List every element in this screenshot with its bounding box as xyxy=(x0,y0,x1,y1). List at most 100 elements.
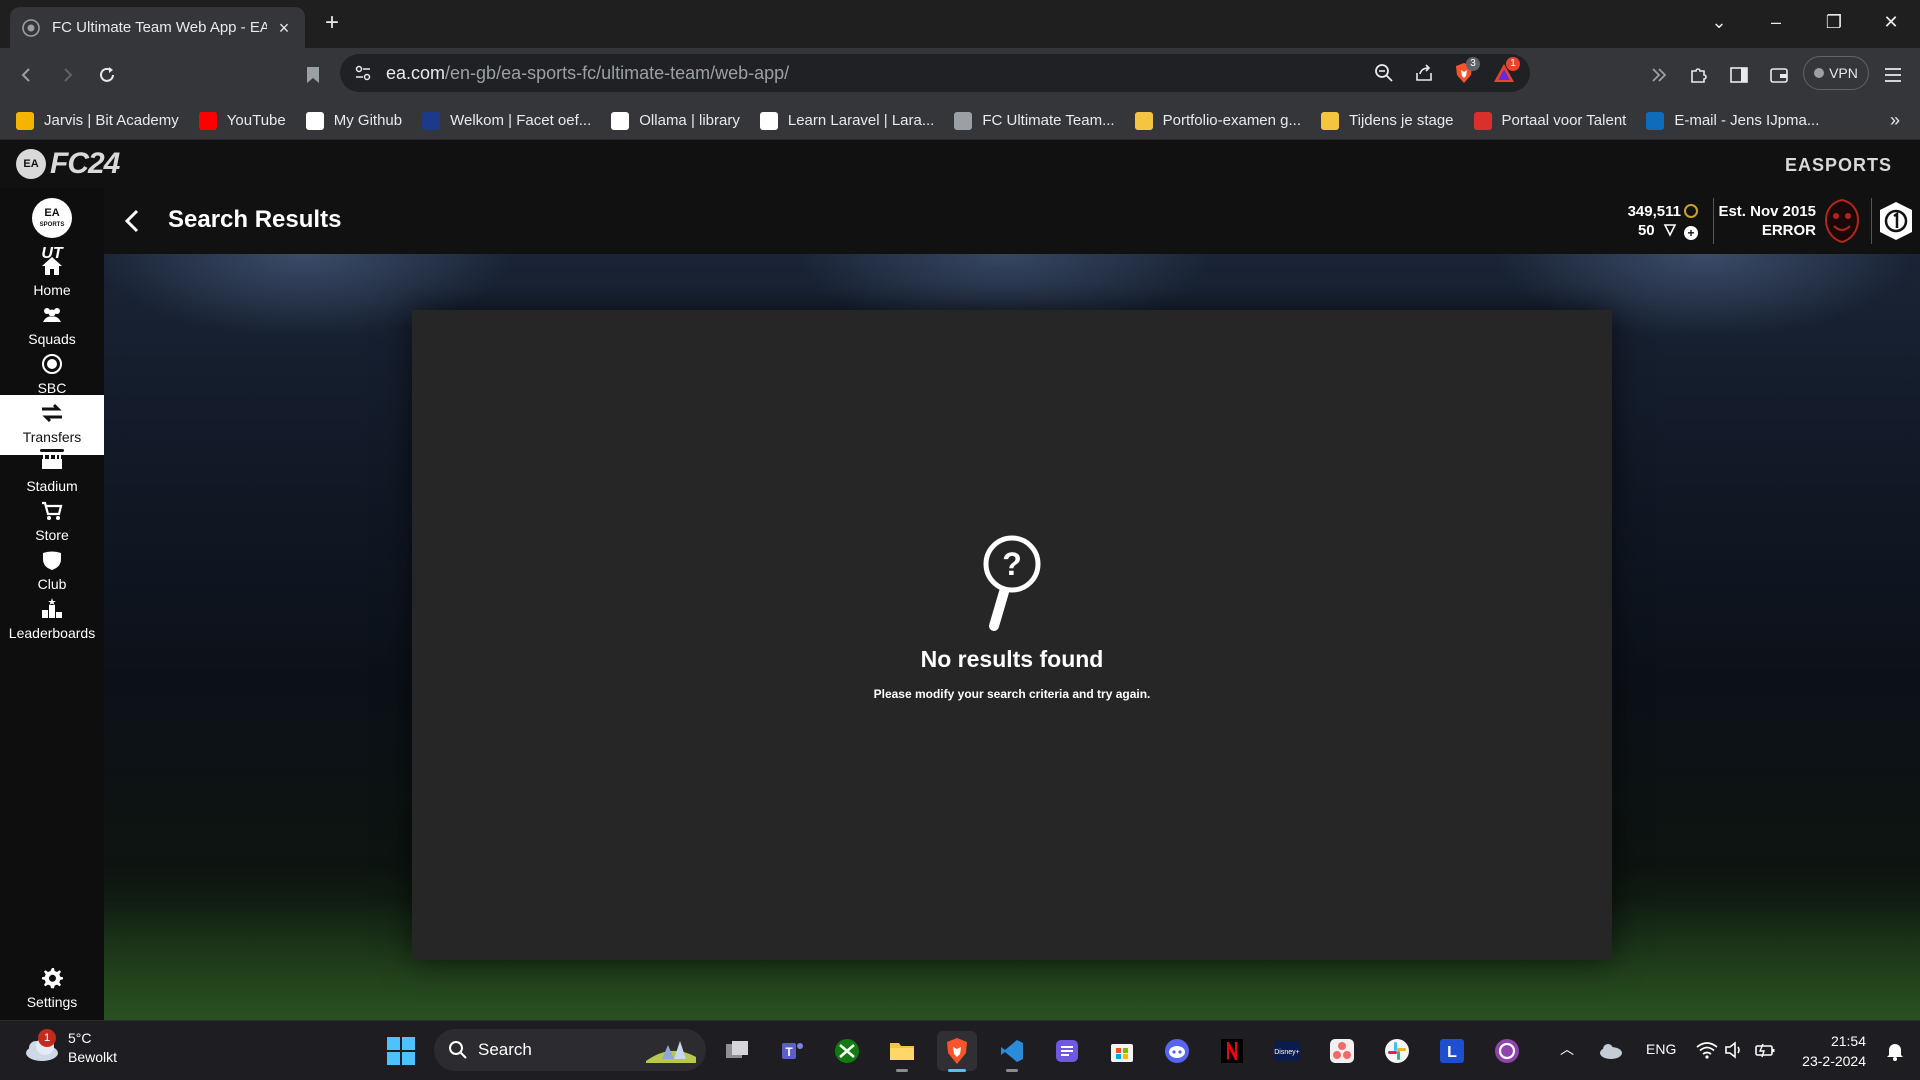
club-name: ERROR xyxy=(1761,222,1816,239)
slack-icon[interactable] xyxy=(1377,1031,1417,1071)
weather-widget[interactable]: 1 5°C Bewolkt xyxy=(22,1029,117,1067)
brave-shields-icon[interactable]: 3 xyxy=(1452,57,1480,85)
onedrive-icon[interactable] xyxy=(1598,1039,1624,1061)
page-title: Search Results xyxy=(168,206,342,233)
task-view-icon[interactable] xyxy=(717,1031,757,1071)
bookmark-button[interactable] xyxy=(300,62,326,88)
bookmark-item[interactable]: Learn Laravel | Lara... xyxy=(759,111,934,130)
home-icon xyxy=(40,254,64,278)
notes-app-icon[interactable] xyxy=(1047,1031,1087,1071)
nav-settings[interactable]: Settings xyxy=(0,956,104,1020)
outlook-icon xyxy=(1646,111,1665,130)
discord-icon[interactable] xyxy=(1157,1031,1197,1071)
brave-rewards-icon[interactable]: 1 xyxy=(1492,57,1520,85)
puzzle-icon xyxy=(1691,68,1707,83)
title-bar: Search Results 349,511 50 + Est. Nov 201… xyxy=(104,188,1920,254)
minimize-button[interactable]: – xyxy=(1762,8,1790,36)
notification-bell-icon[interactable] xyxy=(1886,1041,1904,1061)
fc24-logo: EA FC24 xyxy=(16,147,120,180)
forward-nav-button[interactable] xyxy=(54,62,80,88)
share-icon[interactable] xyxy=(1412,61,1436,85)
nav-settings-inner[interactable]: Settings xyxy=(0,956,104,1020)
search-highlight-icon xyxy=(646,1041,696,1063)
brave-browser-icon[interactable] xyxy=(937,1031,977,1072)
wifi-icon[interactable] xyxy=(1696,1041,1718,1059)
add-points-icon[interactable]: + xyxy=(1684,226,1698,240)
github-desktop-icon[interactable] xyxy=(1487,1031,1527,1071)
running-indicator xyxy=(1006,1069,1018,1072)
volume-icon[interactable] xyxy=(1724,1041,1744,1059)
bookmark-label: Ollama | library xyxy=(639,112,740,129)
browser-tab[interactable]: FC Ultimate Team Web App - EA × xyxy=(10,7,305,48)
restore-button[interactable]: ❐ xyxy=(1820,8,1848,36)
bookmark-item[interactable]: Tijdens je stage xyxy=(1321,111,1454,130)
file-explorer-icon[interactable] xyxy=(882,1031,922,1072)
leo-button[interactable] xyxy=(1646,62,1672,88)
extensions-button[interactable] xyxy=(1686,62,1712,88)
wallet-button[interactable] xyxy=(1766,62,1792,88)
store-icon xyxy=(40,499,64,523)
laracasts-icon xyxy=(759,111,778,130)
vscode-icon[interactable] xyxy=(992,1031,1032,1072)
vpn-button[interactable]: VPN xyxy=(1803,56,1869,90)
launcher-l-icon[interactable]: L xyxy=(1432,1031,1472,1071)
asana-icon[interactable] xyxy=(1322,1031,1362,1071)
arrow-right-icon xyxy=(64,68,73,82)
vpn-label: VPN xyxy=(1829,65,1858,81)
bookmark-item[interactable]: Jarvis | Bit Academy xyxy=(16,111,179,130)
tab-search-chevron-icon[interactable]: ⌄ xyxy=(1705,8,1733,36)
tab-close-icon[interactable]: × xyxy=(275,19,293,37)
ms-store-icon[interactable] xyxy=(1102,1031,1142,1071)
bookmark-label: FC Ultimate Team... xyxy=(982,112,1115,129)
menu-button[interactable] xyxy=(1880,62,1906,88)
nav-label: Club xyxy=(37,576,67,592)
fc24-logo-text: FC24 xyxy=(50,147,120,180)
globe-icon xyxy=(22,18,40,37)
teams-icon[interactable]: T xyxy=(772,1031,812,1071)
back-nav-button[interactable] xyxy=(14,62,40,88)
new-tab-button[interactable]: + xyxy=(320,11,344,36)
nav-label: Store xyxy=(35,527,69,543)
no-results-subtitle: Please modify your search criteria and t… xyxy=(873,687,1151,701)
bookmark-item[interactable]: E-mail - Jens IJpma... xyxy=(1646,111,1819,130)
bookmark-item[interactable]: Ollama | library xyxy=(611,111,740,130)
bookmark-item[interactable]: YouTube xyxy=(198,111,286,130)
sidebar-icon xyxy=(1730,67,1748,83)
bookmarks-overflow-icon[interactable]: » xyxy=(1890,110,1900,131)
bookmark-item[interactable]: Welkom | Facet oef... xyxy=(422,111,591,130)
close-window-button[interactable]: ✕ xyxy=(1877,8,1905,36)
bookmark-item[interactable]: Portfolio-examen g... xyxy=(1134,111,1301,130)
zoom-icon[interactable] xyxy=(1372,61,1396,85)
nav-label: Stadium xyxy=(26,478,78,494)
nav-label: Transfers xyxy=(22,429,82,445)
sidebar: EA SPORTS UT Home Squads SBC Transfers Stadi… xyxy=(0,188,104,1020)
clock-time: 21:54 xyxy=(1830,1033,1866,1049)
tray-overflow-icon[interactable]: ︿ xyxy=(1560,1039,1574,1059)
site-info-icon[interactable] xyxy=(354,64,372,82)
netflix-icon[interactable] xyxy=(1212,1031,1252,1071)
running-indicator xyxy=(896,1069,908,1072)
bookmark-label: Portaal voor Talent xyxy=(1501,112,1627,129)
header-divider xyxy=(1713,198,1714,244)
sidebar-toggle-button[interactable] xyxy=(1726,62,1752,88)
url-text[interactable]: ea.com/en-gb/ea-sports-fc/ultimate-team/… xyxy=(386,63,1356,84)
taskbar-search[interactable]: Search xyxy=(434,1029,706,1071)
profile-badge-icon[interactable] xyxy=(1878,201,1914,241)
arrow-left-icon xyxy=(21,68,30,82)
language-indicator[interactable]: ENG xyxy=(1646,1041,1676,1057)
search-icon xyxy=(449,1041,467,1059)
nav-leaderboards[interactable]: Leaderboards xyxy=(0,591,104,651)
nav-label: Home xyxy=(33,282,71,298)
coins-row: 349,511 xyxy=(1628,202,1698,221)
disney-plus-icon[interactable]: Disney+ xyxy=(1267,1031,1307,1071)
address-bar[interactable]: ea.com/en-gb/ea-sports-fc/ultimate-team/… xyxy=(340,54,1530,92)
windows-start-icon[interactable] xyxy=(386,1036,416,1066)
reload-button[interactable] xyxy=(94,62,120,88)
battery-icon[interactable] xyxy=(1754,1041,1776,1059)
xbox-icon[interactable] xyxy=(827,1031,867,1071)
back-chevron-icon[interactable] xyxy=(118,206,148,236)
bookmark-item[interactable]: Portaal voor Talent xyxy=(1473,111,1627,130)
system-clock[interactable]: 21:54 23-2-2024 xyxy=(1802,1031,1866,1071)
bookmark-item[interactable]: FC Ultimate Team... xyxy=(954,111,1115,130)
bookmark-item[interactable]: My Github xyxy=(305,111,402,130)
